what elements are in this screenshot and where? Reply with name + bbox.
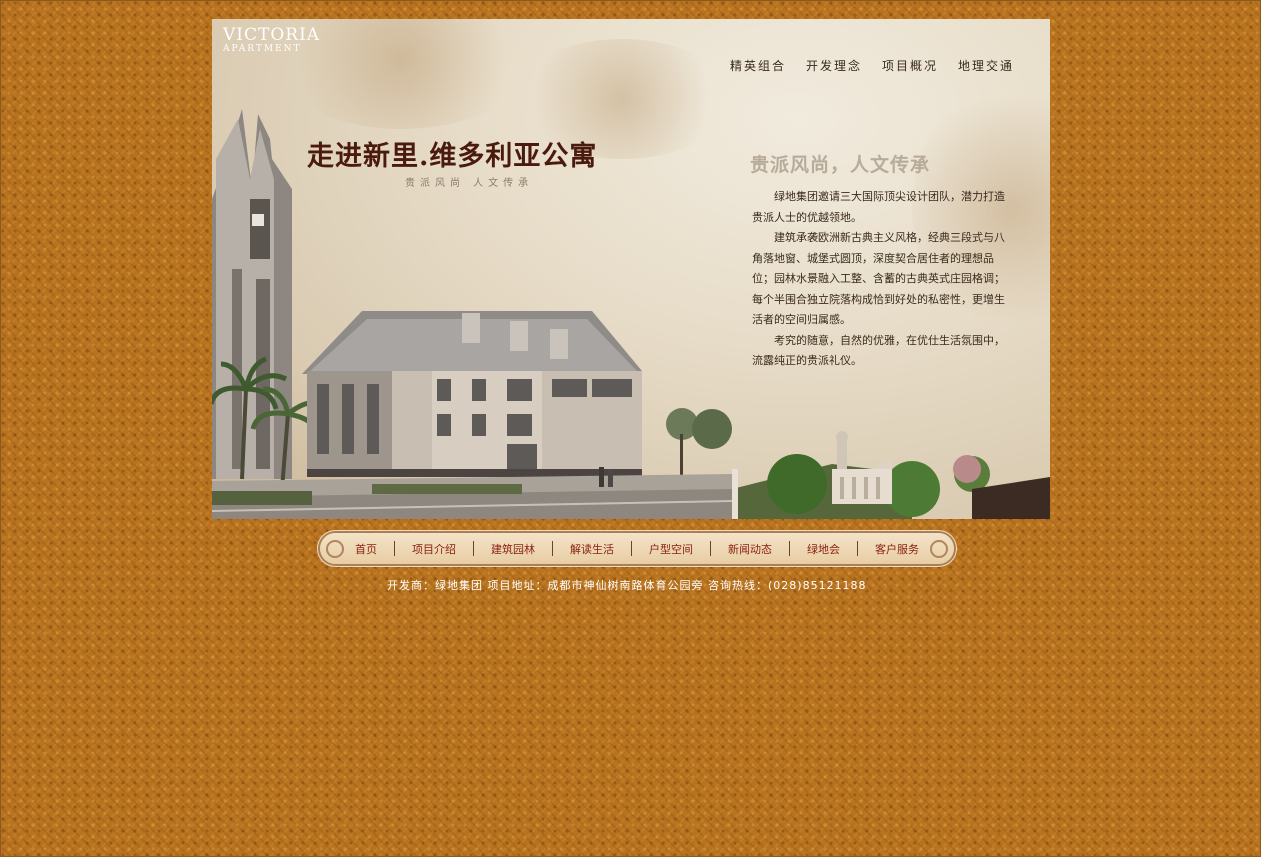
slogan: 贵派风尚，人文传承: [750, 154, 931, 176]
intro-paragraph: 建筑承袭欧洲新古典主义风格，经典三段式与八角落地窗、城堡式圆顶，深度契合居住者的…: [752, 231, 1005, 326]
nav-item-life[interactable]: 解读生活: [553, 541, 631, 557]
top-nav-item-concept[interactable]: 开发理念: [806, 57, 862, 74]
victoria-logo[interactable]: VICTORIA APARTMENT: [223, 27, 320, 55]
intro-paragraph: 绿地集团邀请三大国际顶尖设计团队，潜力打造贵派人士的优越领地。: [752, 190, 1005, 224]
hero-banner: VICTORIA APARTMENT 精英组合 开发理念 项目概况 地理交通 走…: [212, 19, 1050, 519]
nav-item-floorplans[interactable]: 户型空间: [632, 541, 710, 557]
main-nav: 首页 项目介绍 建筑园林 解读生活 户型空间 新闻动态 绿地会 客户服务: [320, 533, 954, 564]
page-subtitle: 贵派风尚 人文传承: [405, 178, 534, 189]
nav-item-news[interactable]: 新闻动态: [711, 541, 789, 557]
nav-item-home[interactable]: 首页: [338, 541, 394, 557]
top-nav-item-traffic[interactable]: 地理交通: [958, 57, 1014, 74]
nav-item-architecture[interactable]: 建筑园林: [474, 541, 552, 557]
nav-item-service[interactable]: 客户服务: [858, 541, 936, 557]
ornament-icon: [930, 540, 948, 558]
nav-item-project[interactable]: 项目介绍: [395, 541, 473, 557]
intro-text: 绿地集团邀请三大国际顶尖设计团队，潜力打造贵派人士的优越领地。 建筑承袭欧洲新古…: [752, 187, 1006, 372]
intro-paragraph: 考究的随意，自然的优雅，在优仕生活氛围中，流露纯正的贵派礼仪。: [752, 333, 1005, 368]
top-nav-item-team[interactable]: 精英组合: [730, 57, 786, 74]
top-nav: 精英组合 开发理念 项目概况 地理交通: [730, 57, 1014, 74]
footer-info: 开发商：绿地集团 项目地址：成都市神仙树南路体育公园旁 咨询热线：(028)85…: [387, 579, 867, 592]
ornament-icon: [326, 540, 344, 558]
page-title: 走进新里.维多利亚公寓: [307, 141, 598, 172]
logo-title: VICTORIA: [223, 25, 321, 45]
nav-item-club[interactable]: 绿地会: [790, 541, 857, 557]
top-nav-item-overview[interactable]: 项目概况: [882, 57, 938, 74]
logo-subtitle: APARTMENT: [223, 44, 302, 54]
